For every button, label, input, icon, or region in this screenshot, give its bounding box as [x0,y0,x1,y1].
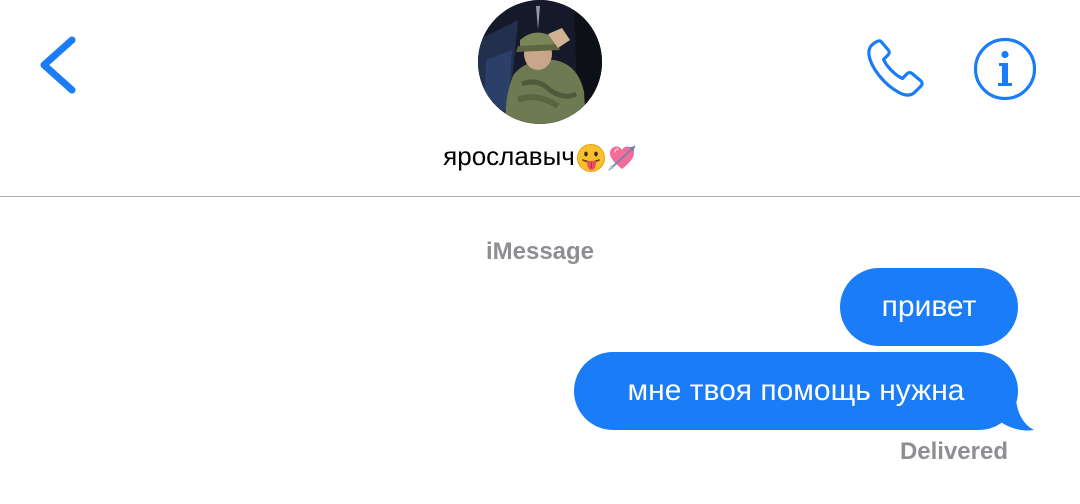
phone-icon [867,39,924,97]
conversation-header: ярославыч [0,0,1080,197]
info-button[interactable] [972,36,1038,102]
tongue-out-emoji [576,143,606,173]
message-text: мне твоя помощь нужна [627,374,965,407]
service-label: iMessage [485,238,595,265]
heart-with-arrow-emoji [607,143,637,173]
messages-screen: ярославыч iMessage привет мне твоя помощ… [0,0,1080,504]
contact-name[interactable]: ярославыч [0,140,1080,173]
avatar-photo [478,0,602,124]
info-icon [973,37,1037,101]
delivery-status: Delivered [899,438,1008,465]
message-bubble[interactable]: привет [840,268,1018,346]
message-text: привет [881,290,977,323]
contact-avatar[interactable] [478,0,602,124]
call-button[interactable] [860,34,932,102]
back-button[interactable] [28,30,88,100]
message-bubble[interactable]: мне твоя помощь нужна [574,352,1018,430]
contact-name-text: ярославыч [443,141,575,171]
chevron-left-icon [40,36,76,94]
bubble-tail [996,396,1034,431]
